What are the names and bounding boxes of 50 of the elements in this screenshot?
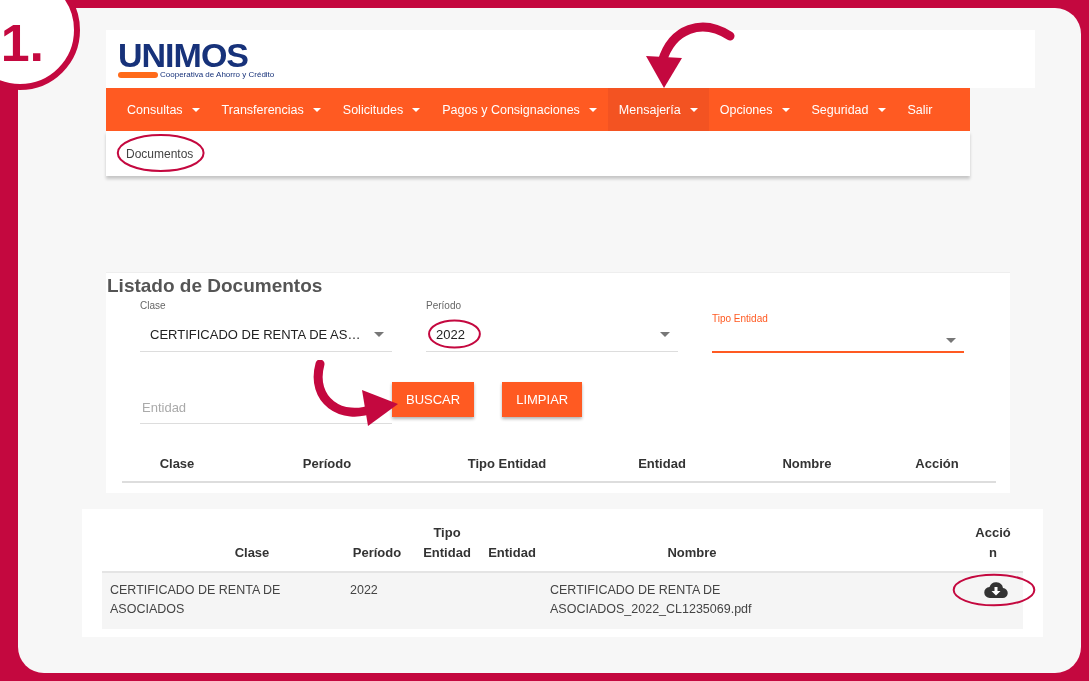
column-header: Tipo Entidad	[422, 524, 472, 562]
table-cell-text: CERTIFICADO DE RENTA DE ASOCIADOS_2022_CL1235069.pdf	[550, 582, 753, 618]
caret-icon	[781, 107, 790, 112]
logo-tagline: Cooperativa de Ahorro y Crédito	[160, 70, 275, 79]
nav-menu-item[interactable]: Seguridad	[800, 88, 897, 131]
field-label: Clase	[140, 300, 167, 311]
dropdown-caret-icon	[660, 331, 670, 337]
nav-menu-item[interactable]: Consultas	[116, 88, 211, 131]
select-field[interactable]: Tipo Entidad	[712, 303, 964, 353]
table-cell-text: CERTIFICADO DE RENTA DE ASOCIADOS	[110, 582, 282, 618]
section-title: Listado de Documentos	[107, 275, 324, 297]
column-header: Nombre	[666, 544, 718, 562]
field-label: Tipo Entidad	[712, 313, 769, 324]
logo-bar-icon	[118, 71, 158, 78]
table-cell-text: 2022	[350, 582, 379, 599]
column-header: Acción	[914, 456, 960, 471]
field-placeholder: Entidad	[142, 400, 187, 415]
nav-menu-item[interactable]: Solicitudes	[331, 88, 432, 131]
dropdown-caret-icon	[374, 331, 384, 337]
caret-icon	[312, 107, 321, 112]
nav-menu-item[interactable]: Salir	[896, 88, 944, 131]
column-header: Entidad	[637, 456, 687, 471]
dropdown-caret-icon	[946, 338, 956, 343]
select-field[interactable]: Período 2022	[426, 303, 678, 352]
action-button[interactable]: BUSCAR	[392, 382, 475, 417]
column-header: Clase	[233, 544, 271, 562]
column-header: Acción	[974, 524, 1012, 562]
nav-menu-item[interactable]: Mensajería	[607, 88, 709, 131]
caret-icon	[191, 107, 200, 112]
column-header: Entidad	[487, 544, 537, 562]
column-header: Tipo Entidad	[466, 456, 548, 471]
field-label: Período	[426, 300, 463, 311]
nav-menu-item[interactable]: Opciones	[708, 88, 801, 131]
column-header: Clase	[158, 456, 196, 471]
cloud-download-icon[interactable]	[984, 581, 1008, 599]
caret-icon	[689, 107, 698, 112]
caret-icon	[588, 107, 597, 112]
column-header: Nombre	[781, 456, 833, 471]
field-value: CERTIFICADO DE RENTA DE AS…	[150, 327, 361, 342]
nav-menu-item[interactable]: Pagos y Consignaciones	[431, 88, 608, 131]
column-header: Período	[301, 456, 353, 471]
nav-menu-item[interactable]: Transferencias	[210, 88, 332, 131]
logo-name: UNIMOS	[118, 40, 249, 70]
action-button[interactable]: LIMPIAR	[502, 382, 583, 417]
field-value: 2022	[436, 327, 465, 342]
caret-icon	[877, 107, 886, 112]
caret-icon	[412, 107, 421, 112]
select-field[interactable]: Clase CERTIFICADO DE RENTA DE AS…	[140, 303, 392, 352]
column-header: Período	[352, 544, 402, 562]
step-badge: 1.	[0, 0, 80, 90]
